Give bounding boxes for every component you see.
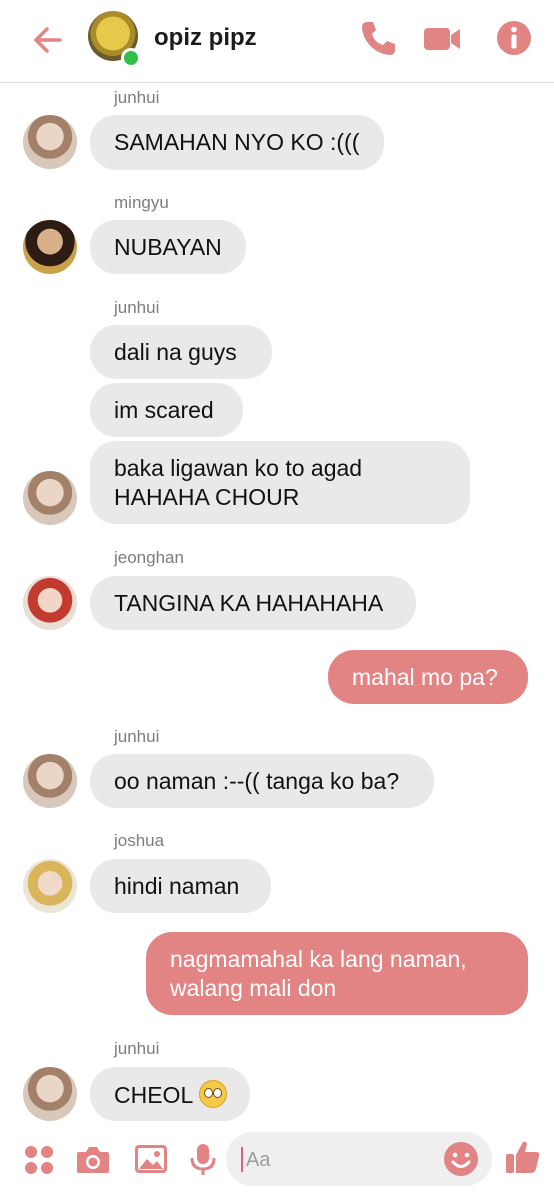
emoji-icon[interactable] [442,1140,480,1178]
message-text-line: walang mali don [170,975,337,1001]
message-bubble[interactable]: dali na guys [90,325,272,379]
sender-name: junhui [114,298,160,317]
thumbs-up-icon[interactable] [504,1138,542,1176]
avatar[interactable] [23,1067,77,1121]
sender-name: junhui [114,88,160,107]
avatar[interactable] [23,576,77,630]
avatar[interactable] [23,115,77,169]
message-bubble[interactable]: CHEOL [90,1067,250,1121]
sender-name: junhui [114,727,160,746]
message-input-placeholder: Aa [246,1149,271,1171]
sender-name: jeonghan [114,548,184,567]
video-call-icon[interactable] [422,18,462,58]
camera-icon[interactable] [74,1140,112,1178]
sender-name: joshua [114,831,165,850]
message-bubble[interactable]: im scared [90,383,243,437]
avatar[interactable] [23,220,77,274]
pleading-face-emoji-icon [199,1080,228,1108]
phone-call-icon[interactable] [358,18,398,58]
more-actions-icon[interactable] [20,1140,58,1178]
sender-name: junhui [114,1039,160,1058]
info-icon[interactable] [494,18,534,58]
message-bubble[interactable]: oo naman :--(( tanga ko ba? [90,754,434,808]
online-status-dot [121,48,141,68]
message-bubble[interactable]: NUBAYAN [90,220,246,274]
message-bubble[interactable]: TANGINA KA HAHAHAHA [90,576,416,630]
back-arrow-icon[interactable] [28,20,68,60]
message-text-line: nagmamahal ka lang naman, [170,946,467,972]
avatar[interactable] [23,471,77,525]
message-bubble[interactable]: SAMAHAN NYO KO :((( [90,115,384,170]
message-bubble[interactable]: baka ligawan ko to agad HAHAHA CHOUR [90,441,470,524]
message-bubble-outgoing[interactable]: mahal mo pa? [328,650,528,704]
microphone-icon[interactable] [184,1140,222,1178]
message-text-line: baka ligawan ko to agad [114,455,363,481]
avatar[interactable] [23,859,77,913]
avatar[interactable] [23,754,77,808]
message-bubble[interactable]: hindi naman [90,859,271,913]
message-bubble-outgoing[interactable]: nagmamahal ka lang naman, walang mali do… [146,932,528,1015]
conversation-title[interactable]: opiz pipz [154,24,257,52]
conversation-header: opiz pipz [0,0,554,83]
gallery-image-icon[interactable] [132,1140,170,1178]
message-text: CHEOL [114,1082,194,1108]
message-text-line: HAHAHA CHOUR [114,484,300,510]
text-caret [241,1147,243,1172]
sender-name: mingyu [114,193,169,212]
